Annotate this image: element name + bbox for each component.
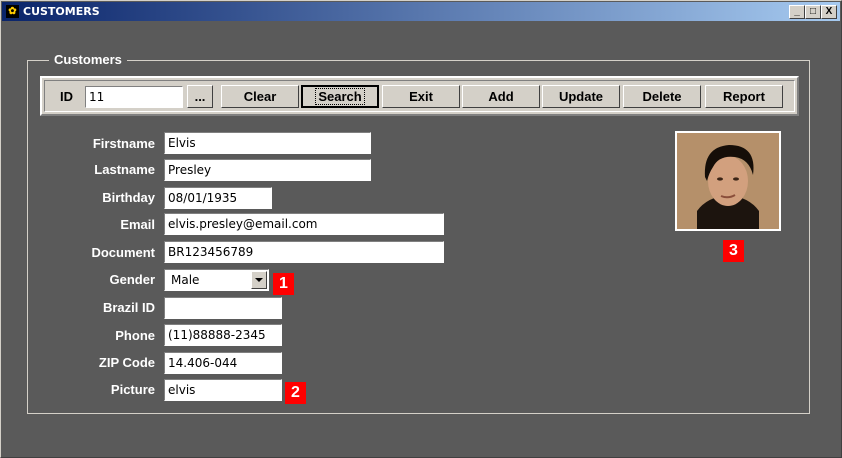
birthday-label: Birthday (102, 190, 155, 205)
window-title: CUSTOMERS (23, 5, 100, 18)
report-button[interactable]: Report (705, 85, 783, 108)
email-field[interactable]: elvis.presley@email.com (164, 213, 444, 235)
badge-1: 1 (273, 273, 294, 295)
firstname-field[interactable]: Elvis (164, 132, 371, 154)
birthday-field[interactable]: 08/01/1935 (164, 187, 272, 209)
close-button[interactable]: X (821, 5, 837, 19)
firstname-label: Firstname (92, 136, 155, 151)
lastname-field[interactable]: Presley (164, 159, 371, 181)
browse-button[interactable]: ... (187, 85, 213, 108)
clear-button[interactable]: Clear (221, 85, 299, 108)
zip-code-label: ZIP Code (98, 355, 155, 370)
brazil-id-field[interactable] (164, 297, 282, 319)
lastname-label: Lastname (94, 162, 155, 177)
search-button[interactable]: Search (301, 85, 379, 108)
title-bar[interactable]: ✿ CUSTOMERS _ □ X (2, 2, 840, 21)
gender-label: Gender (109, 272, 155, 287)
phone-field[interactable]: (11)88888-2345 (164, 324, 282, 346)
id-label: ID (60, 89, 73, 104)
chevron-down-icon[interactable] (251, 271, 267, 289)
minimize-button[interactable]: _ (789, 5, 805, 19)
picture-field[interactable]: elvis (164, 379, 282, 401)
badge-2: 2 (285, 382, 306, 404)
search-button-label: Search (315, 88, 365, 105)
zip-code-field[interactable]: 14.406-044 (164, 352, 282, 374)
exit-button[interactable]: Exit (382, 85, 460, 108)
groupbox-label: Customers (49, 52, 127, 67)
badge-3: 3 (723, 240, 744, 262)
email-label: Email (120, 217, 155, 232)
id-input[interactable]: 11 (85, 86, 183, 108)
document-field[interactable]: BR123456789 (164, 241, 444, 263)
brazil-id-label: Brazil ID (102, 300, 155, 315)
phone-label: Phone (115, 328, 155, 343)
document-label: Document (91, 245, 155, 260)
delete-button[interactable]: Delete (623, 85, 701, 108)
add-button[interactable]: Add (462, 85, 540, 108)
update-button[interactable]: Update (542, 85, 620, 108)
customer-photo (675, 131, 781, 231)
maximize-button[interactable]: □ (805, 5, 821, 19)
picture-label: Picture (110, 382, 155, 397)
app-icon: ✿ (6, 5, 19, 18)
